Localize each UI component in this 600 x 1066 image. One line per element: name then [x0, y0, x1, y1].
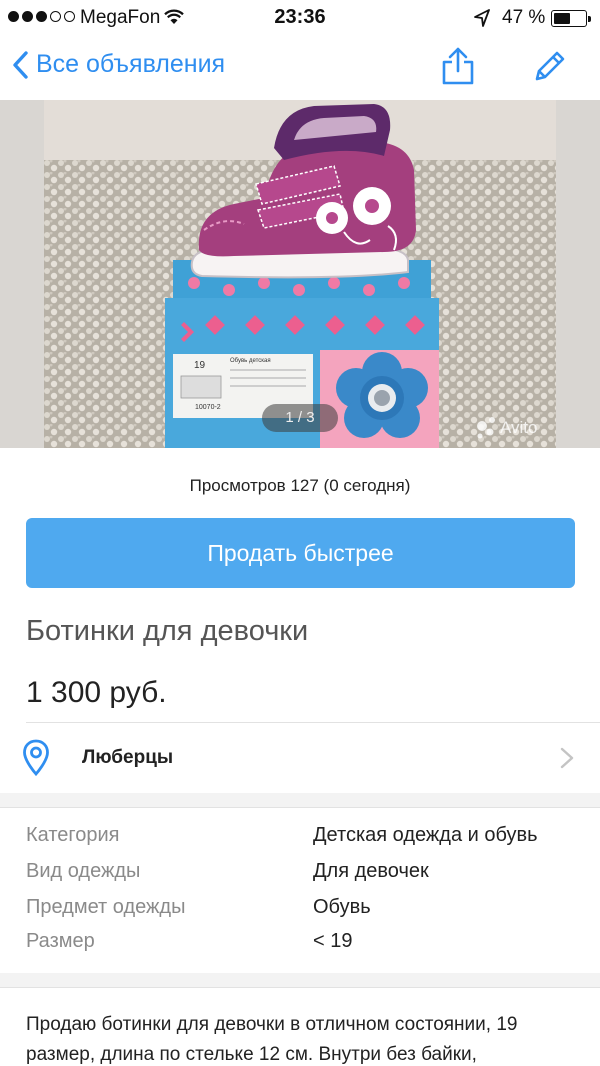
divider	[0, 987, 600, 988]
box-label-title: Обувь детская	[230, 358, 271, 364]
photo-gallery[interactable]: 19 Обувь детская 10070-2 Avito	[0, 100, 600, 448]
product-photo: 19 Обувь детская 10070-2 Avito	[44, 100, 556, 448]
param-row: Вид одежды Для девочек	[0, 860, 600, 896]
param-value: Детская одежда и обувь	[313, 824, 538, 846]
param-value: < 19	[313, 930, 353, 952]
sell-faster-button[interactable]: Продать быстрее	[26, 518, 575, 588]
battery-icon	[551, 10, 591, 27]
param-name: Категория	[26, 824, 120, 846]
param-name: Предмет одежды	[26, 896, 186, 918]
back-button[interactable]: Все объявления	[12, 50, 225, 79]
location-row[interactable]: Люберцы	[0, 723, 600, 793]
box-label-code: 10070-2	[195, 404, 221, 411]
chevron-right-icon	[560, 747, 574, 769]
box-label-size: 19	[194, 360, 206, 371]
param-row: Категория Детская одежда и обувь	[0, 824, 600, 860]
param-name: Размер	[26, 930, 95, 952]
back-button-label: Все объявления	[36, 50, 226, 78]
battery-percent: 47 %	[502, 7, 546, 28]
share-button[interactable]	[440, 46, 476, 91]
section-separator	[0, 973, 600, 987]
param-row: Предмет одежды Обувь	[0, 896, 600, 932]
param-name: Вид одежды	[26, 860, 141, 882]
pencil-icon	[535, 51, 565, 81]
param-value: Для девочек	[313, 860, 429, 882]
param-value: Обувь	[313, 896, 371, 918]
chevron-left-icon	[13, 50, 28, 79]
section-separator	[0, 793, 600, 807]
ad-title: Ботинки для девочки	[26, 615, 309, 647]
edit-button[interactable]	[532, 48, 568, 89]
navigation-bar: Все объявления	[0, 36, 600, 100]
ad-description: Продаю ботинки для девочки в отличном со…	[26, 1014, 518, 1065]
status-bar: MegaFon 23:36 47 %	[0, 0, 600, 36]
location-city: Люберцы	[82, 747, 174, 768]
ad-parameters: Категория Детская одежда и обувь Вид оде…	[0, 807, 600, 973]
ad-price: 1 300 руб.	[26, 676, 167, 709]
avito-watermark: Avito	[500, 418, 538, 437]
param-row: Размер < 19	[0, 930, 600, 966]
location-arrow-icon	[474, 9, 490, 33]
map-pin-icon	[23, 739, 49, 777]
share-icon	[442, 47, 474, 85]
views-count: Просмотров 127 (0 сегодня)	[189, 476, 411, 495]
photo-counter: 1 / 3	[262, 404, 338, 432]
